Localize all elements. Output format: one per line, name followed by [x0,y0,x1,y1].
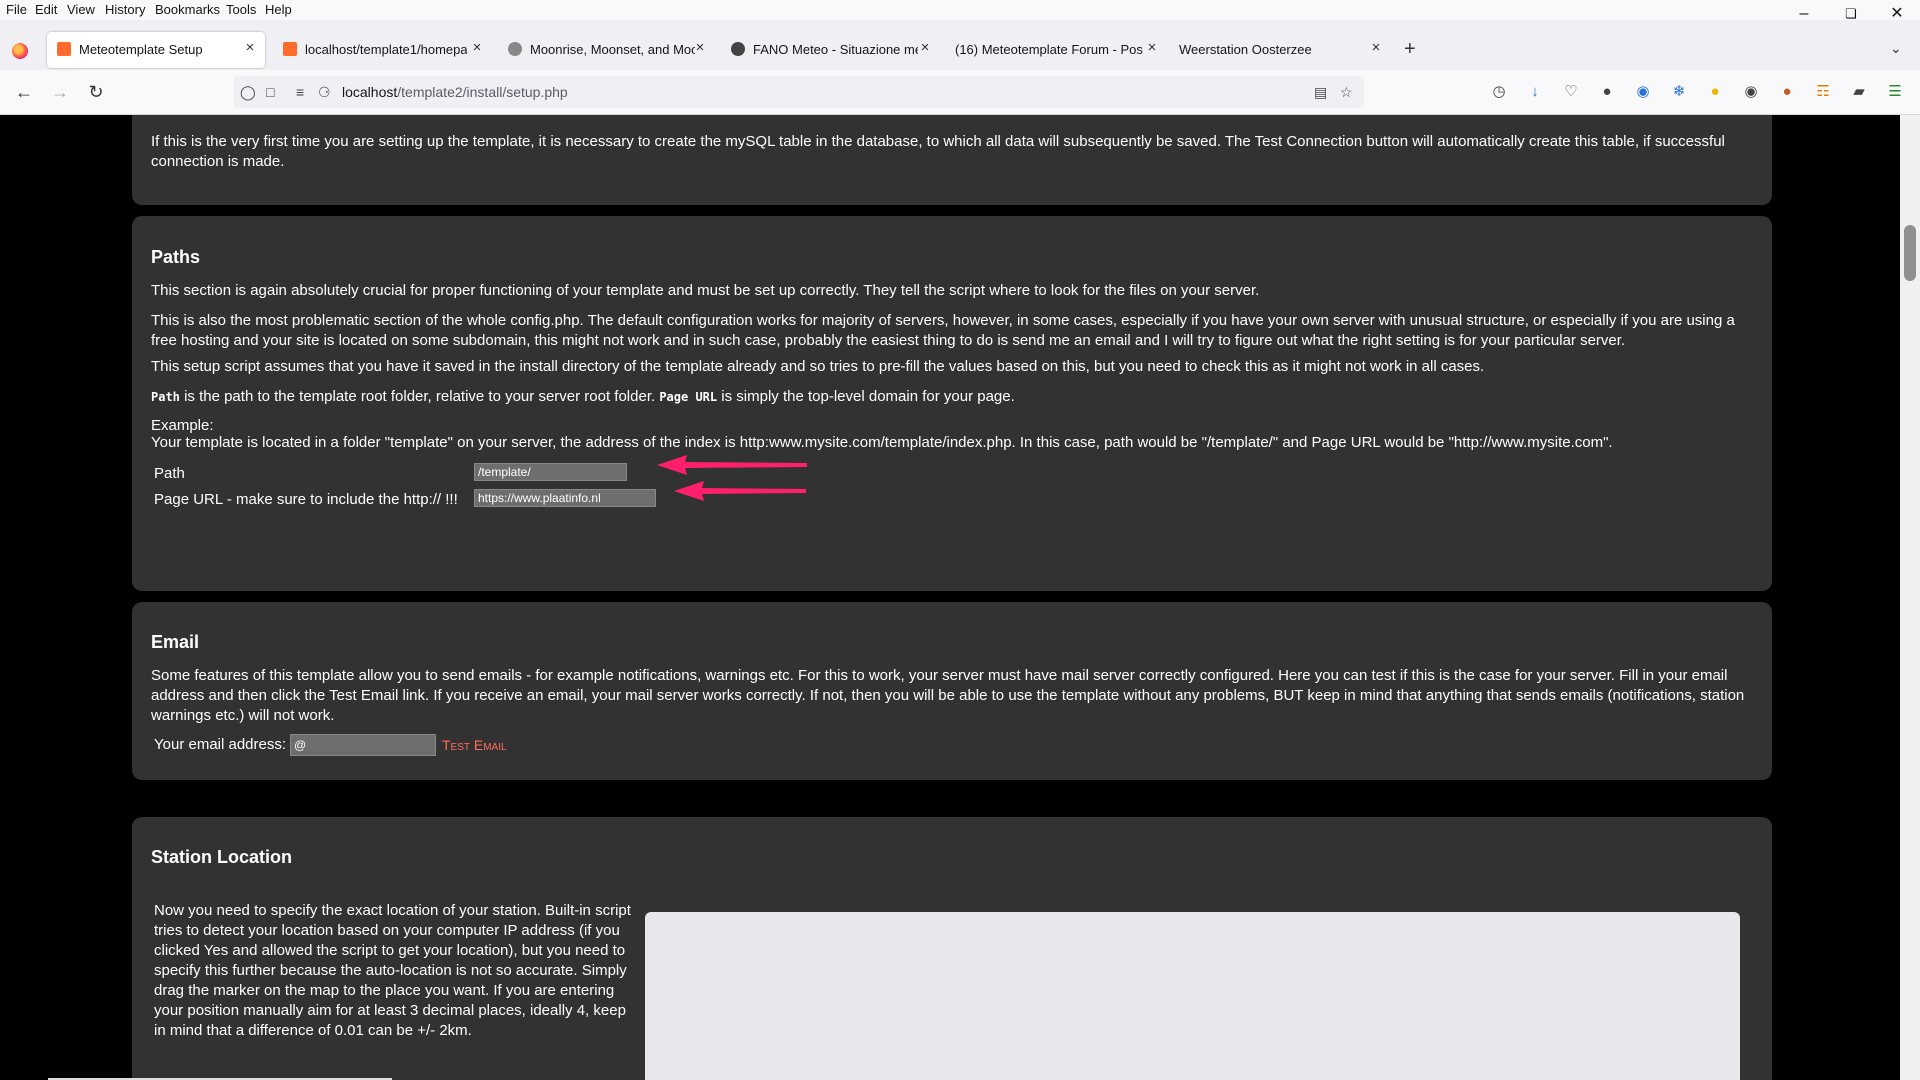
bookmark-star-icon[interactable]: ☆ [1340,84,1353,101]
paths-paragraph-4: Path is the path to the template root fo… [151,388,1015,405]
tab-localhost-template1[interactable]: localhost/template1/homepage × [273,32,485,68]
extension-circle-icon[interactable]: ◉ [1633,82,1653,102]
test-email-link[interactable]: Test Email [442,737,507,753]
tab-label: (16) Meteotemplate Forum - Post a [955,42,1143,57]
path-arrow-annotation [657,455,807,475]
scrollbar-thumb[interactable] [1904,225,1916,281]
close-tab-icon[interactable]: × [1367,39,1385,59]
menu-tools[interactable]: Tools [226,2,256,17]
page-content: If this is the very first time you are s… [0,115,1900,1080]
page-info-icon[interactable]: □ [266,84,274,100]
site-favicon-icon [508,42,522,56]
firefox-view-icon[interactable] [12,43,28,59]
menu-bookmarks[interactable]: Bookmarks [155,2,220,17]
page-url-label: Page URL - make sure to include the http… [154,491,458,508]
close-tab-icon[interactable]: × [916,39,934,59]
reader-view-icon[interactable]: ▤ [1314,84,1327,101]
menu-bar: File Edit View History Bookmarks Tools H… [0,0,1920,20]
email-card: Email Some features of this template all… [132,602,1772,780]
close-tab-icon[interactable]: × [241,39,259,59]
tab-weerstation[interactable]: Weerstation Oosterzee × [1169,32,1387,68]
example-text: Your template is located in a folder "te… [151,434,1613,451]
list-all-tabs-icon[interactable]: ⌄ [1890,40,1902,57]
location-map[interactable] [645,912,1740,1080]
url-arrow-annotation [674,481,806,501]
close-tab-icon[interactable]: × [1143,39,1161,59]
rss-icon[interactable]: ☶ [1813,82,1833,102]
close-tab-icon[interactable]: × [468,39,486,59]
site-favicon-icon [57,42,71,56]
paths-card: Paths This section is again absolutely c… [132,216,1772,591]
tab-fano-meteo[interactable]: FANO Meteo - Situazione mete × [721,32,937,68]
menu-file[interactable]: File [6,2,27,17]
station-location-card: Station Location Now you need to specify… [132,817,1772,1080]
extension-f-icon[interactable]: ● [1597,82,1617,102]
path-code: Path [151,390,180,404]
path-label: Path [154,465,185,482]
pocket-icon[interactable]: ♡ [1561,82,1581,102]
page-url-code: Page URL [659,390,718,404]
paths-heading: Paths [151,247,201,267]
extensions-icon[interactable]: ▰ [1849,82,1869,102]
close-tab-icon[interactable]: × [691,39,709,59]
forward-icon[interactable]: → [48,82,72,103]
app-menu-icon[interactable]: ☰ [1885,82,1905,102]
database-card: If this is the very first time you are s… [132,115,1772,205]
tab-label: FANO Meteo - Situazione mete [753,42,918,57]
address-bar[interactable]: ◯ □ ≡ ⚆ localhost/template2/install/setu… [234,76,1364,108]
menu-view[interactable]: View [67,2,95,17]
tab-meteotemplate-forum[interactable]: (16) Meteotemplate Forum - Post a × [945,32,1161,68]
permissions-icon[interactable]: ≡ [296,84,304,100]
reload-icon[interactable]: ↻ [84,82,108,103]
station-location-text: Now you need to specify the exact locati… [154,902,631,1039]
extension-web-icon[interactable]: ❄ [1669,82,1689,102]
navigation-bar: ← → ↻ ◯ □ ≡ ⚆ localhost/template2/instal… [0,70,1920,115]
menu-help[interactable]: Help [265,2,292,17]
tab-meteotemplate-setup[interactable]: Meteotemplate Setup × [47,32,265,68]
email-input[interactable] [290,734,436,756]
downloads-icon[interactable]: ↓ [1525,82,1545,102]
email-heading: Email [151,632,200,652]
site-favicon-icon [731,42,745,56]
paths-paragraph-3: This setup script assumes that you have … [151,358,1485,375]
connection-icon[interactable]: ⚆ [318,84,331,101]
new-tab-icon[interactable]: + [1404,38,1416,61]
tab-label: Meteotemplate Setup [79,42,203,57]
path-input[interactable] [474,463,627,481]
tab-label: Weerstation Oosterzee [1179,42,1312,57]
extension-cookie-icon[interactable]: ● [1777,82,1797,102]
tab-label: localhost/template1/homepage [305,42,467,57]
vertical-scrollbar[interactable] [1900,115,1920,1080]
menu-edit[interactable]: Edit [35,2,57,17]
paths-paragraph-2: This is also the most problematic sectio… [151,312,1735,349]
tab-label: Moonrise, Moonset, and Moon [530,42,695,57]
url-text[interactable]: localhost/template2/install/setup.php [342,84,568,100]
tab-moonrise[interactable]: Moonrise, Moonset, and Moon × [498,32,712,68]
extension-bell-icon[interactable]: ● [1705,82,1725,102]
database-text: If this is the very first time you are s… [151,133,1725,170]
back-icon[interactable]: ← [12,82,36,103]
email-address-label: Your email address: [154,736,287,753]
menu-history[interactable]: History [105,2,145,17]
page-url-input[interactable] [474,489,656,507]
extension-globe-icon[interactable]: ◉ [1741,82,1761,102]
site-favicon-icon [283,42,297,56]
paths-paragraph-1: This section is again absolutely crucial… [151,282,1260,299]
email-text: Some features of this template allow you… [151,667,1745,724]
history-icon[interactable]: ◷ [1489,82,1509,102]
tracking-shield-icon[interactable]: ◯ [240,84,256,101]
station-location-heading: Station Location [151,847,292,867]
